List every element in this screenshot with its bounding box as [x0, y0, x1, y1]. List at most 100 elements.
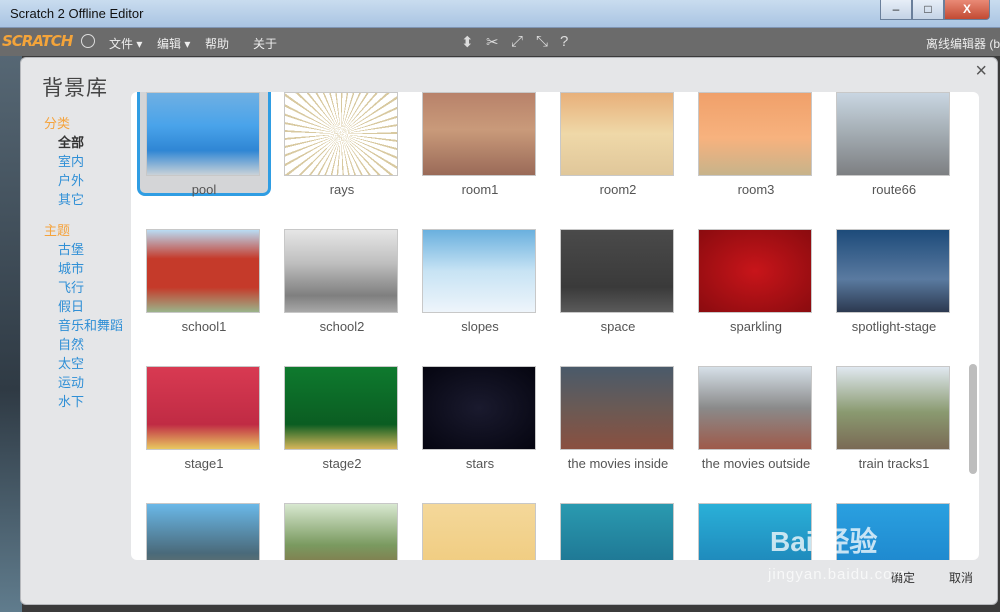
- backdrop-tile[interactable]: sparkling: [689, 203, 823, 334]
- theme-city[interactable]: 城市: [58, 259, 137, 278]
- backdrop-name: rays: [329, 182, 355, 197]
- category-heading: 分类: [44, 116, 71, 131]
- backdrop-thumbnail: [422, 229, 536, 313]
- theme-underwater[interactable]: 水下: [58, 392, 137, 411]
- backdrop-thumbnail: [698, 92, 812, 176]
- backdrop-thumbnail: [560, 92, 674, 176]
- category-all[interactable]: 全部: [58, 133, 137, 152]
- watermark-url: jingyan.baidu.com: [768, 566, 906, 583]
- backdrop-tile[interactable]: [551, 477, 685, 560]
- minimize-button[interactable]: –: [880, 0, 912, 20]
- backdrop-name: stage1: [184, 456, 224, 471]
- dialog-title: 背景库: [42, 77, 108, 100]
- theme-sports[interactable]: 运动: [58, 373, 137, 392]
- backdrop-tile[interactable]: stage1: [137, 340, 271, 471]
- delete-scissors-icon[interactable]: ✂: [486, 33, 499, 51]
- backdrop-tile[interactable]: the movies inside: [551, 340, 685, 471]
- backdrop-thumbnail: [284, 366, 398, 450]
- backdrop-thumbnail: [422, 503, 536, 560]
- gallery-scrollbar-thumb[interactable]: [969, 364, 977, 474]
- category-other[interactable]: 其它: [58, 190, 137, 209]
- duplicate-stamp-icon[interactable]: ⬍: [461, 33, 474, 51]
- backdrop-tile[interactable]: [413, 477, 547, 560]
- backdrop-tile[interactable]: spotlight-stage: [827, 203, 961, 334]
- backdrop-thumbnail: [560, 229, 674, 313]
- backdrop-gallery[interactable]: pool rays room1 room2 room3 route66 school1 sch…: [131, 92, 979, 560]
- backdrop-tile[interactable]: [275, 477, 409, 560]
- grow-icon[interactable]: ⤢: [511, 33, 523, 50]
- menu-file[interactable]: 文件 ▾: [109, 35, 142, 52]
- backdrop-tile[interactable]: stars: [413, 340, 547, 471]
- backdrop-tile[interactable]: rays: [275, 92, 409, 197]
- window-title: Scratch 2 Offline Editor: [10, 6, 144, 21]
- window-close-button[interactable]: X: [944, 0, 990, 20]
- backdrop-thumbnail: [284, 229, 398, 313]
- category-sidebar: 分类 全部 室内 户外 其它 主题 古堡 城市 飞行 假日 音乐和舞蹈 自然 太…: [42, 114, 137, 411]
- window-titlebar: Scratch 2 Offline Editor – □ X: [0, 0, 1000, 28]
- category-indoors[interactable]: 室内: [58, 152, 137, 171]
- watermark-logo: Bai 经验: [770, 526, 878, 557]
- backdrop-name: sparkling: [729, 319, 783, 334]
- theme-nature[interactable]: 自然: [58, 335, 137, 354]
- backdrop-thumbnail: [560, 366, 674, 450]
- theme-heading: 主题: [44, 223, 71, 238]
- backdrop-thumbnail: [146, 229, 260, 313]
- backdrop-name: the movies inside: [567, 456, 669, 471]
- backdrop-tile[interactable]: the movies outside: [689, 340, 823, 471]
- theme-music-dance[interactable]: 音乐和舞蹈: [58, 316, 137, 335]
- backdrop-name: room2: [599, 182, 637, 197]
- backdrop-name: slopes: [461, 319, 499, 334]
- backdrop-thumbnail: [146, 92, 260, 176]
- theme-castle[interactable]: 古堡: [58, 240, 137, 259]
- language-globe-icon[interactable]: [81, 34, 95, 48]
- backdrop-tile[interactable]: [137, 477, 271, 560]
- menu-edit[interactable]: 编辑 ▾: [157, 35, 190, 52]
- backdrop-thumbnail: [146, 503, 260, 560]
- menubar: SCRATCH 文件 ▾ 编辑 ▾ 帮助 关于 ⬍ ✂ ⤢ ⤡ ? 离线编辑器 …: [0, 28, 1000, 56]
- backdrop-thumbnail: [422, 366, 536, 450]
- backdrop-name: route66: [871, 182, 917, 197]
- backdrop-name: train tracks1: [858, 456, 930, 471]
- backdrop-tile[interactable]: school2: [275, 203, 409, 334]
- backdrop-thumbnail: [284, 503, 398, 560]
- backdrop-name: space: [600, 319, 636, 334]
- backdrop-tile[interactable]: route66: [827, 92, 961, 197]
- scratch-logo[interactable]: SCRATCH: [2, 32, 73, 50]
- background-editor-strip: [0, 56, 22, 612]
- category-outdoors[interactable]: 户外: [58, 171, 137, 190]
- shrink-icon[interactable]: ⤡: [536, 33, 548, 50]
- backdrop-tile[interactable]: stage2: [275, 340, 409, 471]
- backdrop-tile[interactable]: room2: [551, 92, 685, 197]
- dialog-close-icon[interactable]: ×: [975, 60, 987, 83]
- menu-about[interactable]: 关于: [253, 35, 277, 52]
- theme-space[interactable]: 太空: [58, 354, 137, 373]
- backdrop-thumbnail: [836, 366, 950, 450]
- theme-holiday[interactable]: 假日: [58, 297, 137, 316]
- window-controls: – □ X: [880, 0, 990, 20]
- menu-help[interactable]: 帮助: [205, 35, 229, 52]
- backdrop-thumbnail: [146, 366, 260, 450]
- backdrop-thumbnail: [284, 92, 398, 176]
- backdrop-tile[interactable]: school1: [137, 203, 271, 334]
- backdrop-name: school2: [319, 319, 365, 334]
- backdrop-name: stage2: [322, 456, 362, 471]
- backdrop-tile[interactable]: space: [551, 203, 685, 334]
- backdrop-name: stars: [465, 456, 495, 471]
- help-icon[interactable]: ?: [560, 33, 568, 50]
- backdrop-name: room3: [737, 182, 775, 197]
- backdrop-tile[interactable]: pool: [137, 92, 271, 197]
- backdrop-thumbnail: [698, 229, 812, 313]
- backdrop-tile[interactable]: room1: [413, 92, 547, 197]
- theme-flying[interactable]: 飞行: [58, 278, 137, 297]
- backdrop-name: room1: [461, 182, 499, 197]
- maximize-button[interactable]: □: [912, 0, 944, 20]
- cancel-button[interactable]: 取消: [949, 569, 973, 586]
- editor-version-label: 离线编辑器 (b: [925, 37, 1000, 51]
- backdrop-thumbnail: [836, 92, 950, 176]
- backdrop-thumbnail: [422, 92, 536, 176]
- backdrop-tile[interactable]: train tracks1: [827, 340, 961, 471]
- backdrop-name: the movies outside: [701, 456, 811, 471]
- backdrop-name: school1: [181, 319, 227, 334]
- backdrop-tile[interactable]: room3: [689, 92, 823, 197]
- backdrop-tile[interactable]: slopes: [413, 203, 547, 334]
